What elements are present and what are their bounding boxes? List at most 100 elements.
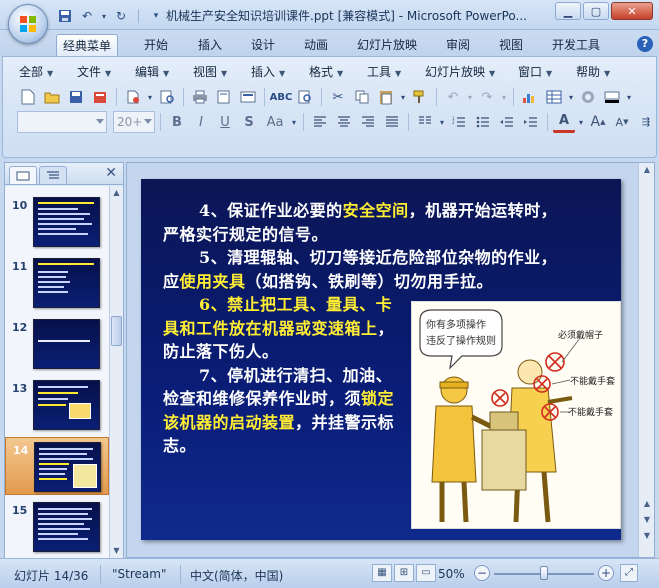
menu-help[interactable]: 帮助 ▼ bbox=[576, 61, 634, 83]
tab-animation[interactable]: 动画 bbox=[298, 34, 334, 56]
font-color-icon[interactable]: A bbox=[553, 111, 575, 133]
text-columns-icon[interactable] bbox=[414, 111, 436, 133]
save-icon[interactable] bbox=[65, 86, 87, 108]
shrink-font-icon[interactable]: A ▼ bbox=[611, 111, 633, 133]
safety-cartoon-image[interactable]: 你有多项操作 违反了操作规则 必须戴帽子 不能戴手套 不能戴手套 bbox=[411, 301, 621, 529]
minimize-button[interactable]: ▁ bbox=[555, 2, 581, 20]
tab-design[interactable]: 设计 bbox=[245, 34, 281, 56]
scroll-up-icon[interactable]: ▲ bbox=[110, 186, 123, 200]
fit-to-window-button[interactable]: ⤢ bbox=[620, 564, 638, 582]
open-folder-icon[interactable] bbox=[41, 86, 63, 108]
tab-view[interactable]: 视图 bbox=[493, 34, 529, 56]
italic-button[interactable]: I bbox=[190, 111, 212, 133]
menu-slideshow[interactable]: 幻灯片放映 ▼ bbox=[425, 61, 518, 83]
dropdown-arrow-icon[interactable]: ▾ bbox=[567, 86, 575, 108]
menu-window[interactable]: 窗口 ▼ bbox=[518, 61, 576, 83]
research-icon[interactable] bbox=[294, 86, 316, 108]
spelling-icon[interactable]: ABC bbox=[270, 86, 293, 108]
redo-icon[interactable]: ↷ bbox=[476, 86, 498, 108]
previous-slide-icon[interactable]: ▲ bbox=[640, 497, 654, 511]
maximize-button[interactable]: ▢ bbox=[583, 2, 609, 20]
menu-file[interactable]: 文件 ▼ bbox=[77, 61, 135, 83]
slide-thumbnail[interactable]: 11 bbox=[5, 254, 109, 312]
normal-view-button[interactable]: ▦ bbox=[372, 564, 392, 582]
menu-format[interactable]: 格式 ▼ bbox=[309, 61, 367, 83]
slide-thumbnail[interactable]: 13 bbox=[5, 376, 109, 434]
align-right-icon[interactable] bbox=[357, 111, 379, 133]
print-preview-page-icon[interactable] bbox=[213, 86, 235, 108]
bullets-icon[interactable] bbox=[472, 111, 494, 133]
numbering-icon[interactable]: 12 bbox=[448, 111, 470, 133]
slide-sorter-button[interactable]: ⊞ bbox=[394, 564, 414, 582]
slide-scrollbar[interactable]: ▲ ▲ ▼ ▼ bbox=[638, 163, 654, 557]
scroll-down-icon[interactable]: ▼ bbox=[640, 529, 654, 543]
change-case-button[interactable]: Aa bbox=[262, 111, 288, 133]
align-left-icon[interactable] bbox=[309, 111, 331, 133]
increase-indent-icon[interactable] bbox=[520, 111, 542, 133]
text-shadow-button[interactable]: S bbox=[238, 111, 260, 133]
menu-tools[interactable]: 工具 ▼ bbox=[367, 61, 425, 83]
dropdown-arrow-icon[interactable]: ▾ bbox=[625, 86, 633, 108]
print-icon[interactable] bbox=[189, 86, 211, 108]
print-preview-icon[interactable] bbox=[156, 86, 178, 108]
dropdown-arrow-icon[interactable]: ▾ bbox=[500, 86, 508, 108]
decrease-indent-icon[interactable] bbox=[496, 111, 518, 133]
toolbar-options-icon[interactable]: ⇶ bbox=[635, 111, 657, 133]
tab-slideshow[interactable]: 幻灯片放映 bbox=[351, 34, 423, 56]
undo-icon[interactable]: ↶ bbox=[442, 86, 464, 108]
close-icon[interactable]: ✕ bbox=[105, 165, 117, 181]
bold-button[interactable]: B bbox=[166, 111, 188, 133]
zoom-level[interactable]: 50% bbox=[438, 567, 465, 581]
customize-qat-icon[interactable]: ▾ bbox=[147, 7, 165, 25]
menu-edit[interactable]: 编辑 ▼ bbox=[135, 61, 193, 83]
current-slide[interactable]: 4、保证作业必要的安全空间，机器开始运转时，严格实行规定的信号。 5、清理辊轴、… bbox=[141, 179, 621, 540]
tab-classic-menu[interactable]: 经典菜单 bbox=[56, 34, 119, 56]
zoom-in-button[interactable]: + bbox=[598, 565, 614, 581]
align-center-icon[interactable] bbox=[333, 111, 355, 133]
tab-developer[interactable]: 开发工具 bbox=[546, 34, 606, 56]
undo-dropdown-icon[interactable]: ▾ bbox=[100, 7, 108, 25]
cut-icon[interactable]: ✂ bbox=[327, 86, 349, 108]
tab-home[interactable]: 开始 bbox=[138, 34, 174, 56]
slide-thumbnail[interactable]: 15 bbox=[5, 498, 109, 556]
slide-layout-icon[interactable] bbox=[237, 86, 259, 108]
scroll-up-icon[interactable]: ▲ bbox=[640, 163, 654, 177]
insert-chart-icon[interactable] bbox=[519, 86, 541, 108]
dropdown-arrow-icon[interactable]: ▾ bbox=[466, 86, 474, 108]
dropdown-arrow-icon[interactable]: ▾ bbox=[146, 86, 154, 108]
slides-tab[interactable] bbox=[9, 166, 37, 184]
close-button[interactable]: ✕ bbox=[611, 2, 653, 20]
next-slide-icon[interactable]: ▼ bbox=[640, 513, 654, 527]
tab-insert[interactable]: 插入 bbox=[192, 34, 228, 56]
save-icon[interactable] bbox=[56, 7, 74, 25]
fill-color-icon[interactable] bbox=[601, 86, 623, 108]
slide-thumbnail[interactable]: 12 bbox=[5, 315, 109, 373]
slide-thumbnail[interactable]: 10 bbox=[5, 193, 109, 251]
redo-icon[interactable]: ↻ bbox=[112, 7, 130, 25]
font-name-combo[interactable] bbox=[17, 111, 107, 133]
new-document-icon[interactable] bbox=[17, 86, 39, 108]
scrollbar-thumb[interactable] bbox=[111, 316, 122, 346]
underline-button[interactable]: U bbox=[214, 111, 236, 133]
insert-table-icon[interactable] bbox=[543, 86, 565, 108]
zoom-slider-knob[interactable] bbox=[540, 566, 548, 580]
help-icon[interactable]: ? bbox=[637, 36, 653, 52]
undo-icon[interactable]: ↶ bbox=[78, 7, 96, 25]
office-button[interactable] bbox=[8, 4, 48, 44]
color-grayscale-icon[interactable] bbox=[577, 86, 599, 108]
dropdown-arrow-icon[interactable]: ▾ bbox=[290, 111, 298, 133]
slideshow-view-button[interactable]: ▭ bbox=[416, 564, 436, 582]
format-painter-icon[interactable] bbox=[409, 86, 431, 108]
dropdown-arrow-icon[interactable]: ▾ bbox=[577, 111, 585, 133]
zoom-out-button[interactable]: − bbox=[474, 565, 490, 581]
dropdown-arrow-icon[interactable]: ▾ bbox=[399, 86, 407, 108]
language-indicator[interactable]: 中文(简体，中国) bbox=[190, 567, 283, 584]
thumbnail-scrollbar[interactable]: ▲ ▼ bbox=[109, 186, 123, 558]
outline-tab[interactable] bbox=[39, 166, 67, 184]
email-icon[interactable] bbox=[122, 86, 144, 108]
tab-review[interactable]: 审阅 bbox=[440, 34, 476, 56]
menu-insert[interactable]: 插入 ▼ bbox=[251, 61, 309, 83]
menu-all[interactable]: 全部 ▼ bbox=[19, 61, 77, 83]
dropdown-arrow-icon[interactable]: ▾ bbox=[438, 111, 446, 133]
grow-font-icon[interactable]: A ▲ bbox=[587, 111, 609, 133]
